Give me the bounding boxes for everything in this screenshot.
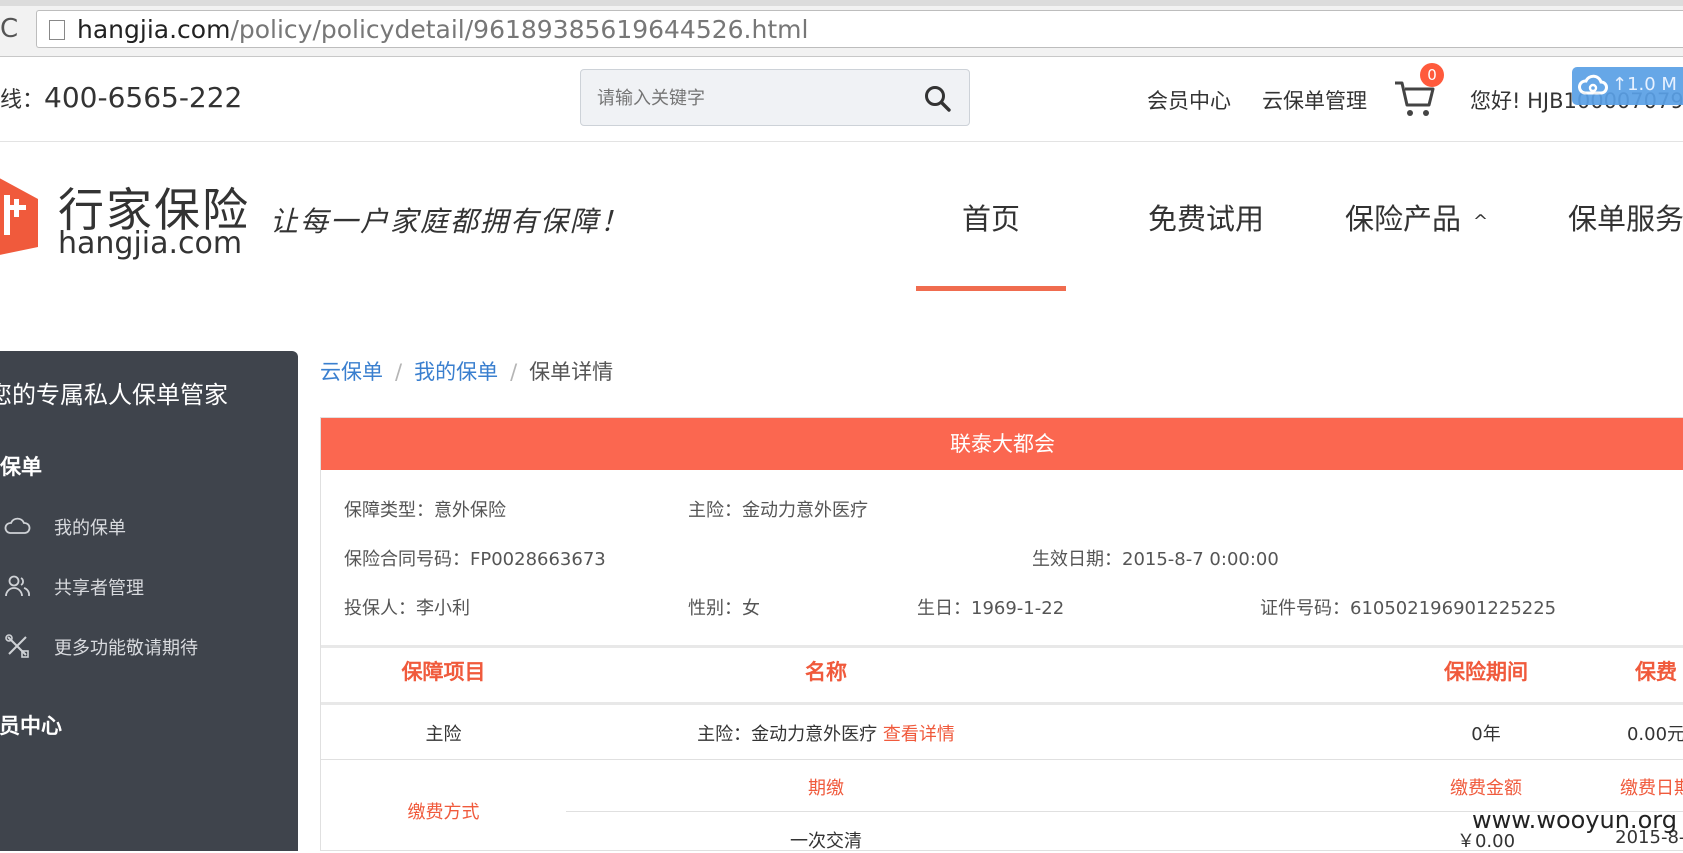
policy-effective-date: 生效日期：2015-8-7 0:00:00 — [1032, 549, 1279, 570]
breadcrumb-separator: / — [510, 360, 518, 384]
url-path: /policy/policydetail/96189385619644526.h… — [230, 15, 809, 44]
reload-icon[interactable]: C — [0, 14, 30, 44]
breadcrumb: 云保单 / 我的保单 / 保单详情 — [320, 356, 613, 386]
sidebar-group-policy: 保单 — [0, 455, 42, 479]
url-text[interactable]: hangjia.com/policy/policydetail/96189385… — [77, 16, 808, 44]
member-center-link[interactable]: 会员中心 — [1147, 85, 1231, 115]
breadcrumb-current: 保单详情 — [529, 360, 614, 384]
policy-main-insurance: 主险：金动力意外医疗 — [688, 500, 868, 521]
view-details-link[interactable]: 查看详情 — [883, 724, 955, 745]
table-row: 主险 主险：金动力意外医疗 查看详情 0年 0.00元 — [321, 704, 1683, 760]
users-icon — [5, 575, 30, 597]
cloud-policy-link[interactable]: 云保单管理 — [1262, 85, 1367, 115]
cart-count-badge: 0 — [1420, 63, 1444, 87]
sidebar-title: 您的专属私人保单管家 — [0, 381, 228, 409]
cloud-icon — [4, 517, 31, 534]
coverage-name: 主险：金动力意外医疗 — [697, 724, 878, 745]
search-input[interactable] — [595, 84, 895, 112]
breadcrumb-cloud-policy[interactable]: 云保单 — [320, 360, 383, 384]
nav-active-indicator — [916, 286, 1066, 291]
cloud-upload-icon — [1578, 74, 1608, 95]
policy-birthday: 生日：1969-1-22 — [917, 598, 1065, 619]
policy-company-header: 联泰大都会 — [321, 418, 1683, 470]
hotline-label: 热线： — [0, 88, 45, 113]
sidebar-group-member[interactable]: 会员中心 — [0, 710, 62, 740]
cloud-upload-widget[interactable]: ↑1.0 M — [1572, 67, 1683, 105]
coverage-header-item: 保障项目 — [401, 660, 486, 684]
sidebar-item-more[interactable]: 更多功能敬请期待 — [0, 626, 298, 666]
payment-header-term: 期缴 — [808, 778, 844, 799]
sidebar-item-label: 我的保单 — [54, 518, 126, 539]
row-divider — [321, 759, 1683, 760]
logo-mark-icon[interactable] — [0, 165, 40, 265]
sidebar-item-label: 共享者管理 — [54, 578, 144, 599]
browser-toolbar: C hangjia.com/policy/policydetail/961893… — [0, 0, 1683, 57]
coverage-period: 0年 — [1471, 724, 1501, 745]
search-icon[interactable] — [923, 84, 953, 114]
chevron-up-icon: ^ — [1473, 210, 1489, 232]
coverage-header-name: 名称 — [805, 660, 847, 684]
sidebar: 您的专属私人保单管家 保单 我的保单 共享者管理 更多功能敬请期待 会员中心 — [0, 351, 298, 851]
policy-id-no: 证件号码：610502196901225225 — [1260, 598, 1557, 619]
breadcrumb-separator: / — [395, 360, 403, 384]
nav-home[interactable]: 首页 — [962, 196, 1020, 238]
url-host: hangjia.com — [77, 15, 231, 44]
slogan: 让每一户家庭都拥有保障！ — [270, 205, 631, 238]
payment-header-date: 缴费日期 — [1620, 778, 1683, 799]
policy-card: 联泰大都会 保障类型：意外保险 主险：金动力意外医疗 保险合同号码：FP0028… — [320, 417, 1683, 852]
nav-products-label: 保险产品 — [1345, 202, 1462, 236]
breadcrumb-my-policy[interactable]: 我的保单 — [414, 360, 498, 384]
page-icon — [49, 20, 65, 40]
section-divider — [321, 645, 1683, 648]
coverage-name-cell: 主险：金动力意外医疗 查看详情 — [566, 720, 1086, 746]
coverage-premium: 0.00元 — [1626, 724, 1683, 745]
tools-icon — [5, 634, 29, 658]
watermark: www.wooyun.org — [1472, 806, 1677, 834]
policy-holder: 投保人：李小利 — [344, 598, 470, 619]
top-bar: 热线：400-6565-222 会员中心 云保单管理 0 您好! HJB1000… — [0, 57, 1683, 142]
policy-gender: 性别：女 — [688, 598, 760, 619]
coverage-header-period: 保险期间 — [1444, 660, 1528, 684]
nav-products[interactable]: 保险产品 ^ — [1345, 196, 1488, 238]
tab-strip — [0, 0, 1683, 6]
upload-speed: ↑1.0 M — [1612, 74, 1677, 95]
policy-type: 保障类型：意外保险 — [344, 500, 506, 521]
payment-term: 一次交清 — [790, 831, 862, 852]
policy-contract-no: 保险合同号码：FP0028663673 — [344, 549, 606, 570]
sidebar-item-sharers[interactable]: 共享者管理 — [0, 566, 298, 606]
hotline: 热线：400-6565-222 — [0, 81, 242, 114]
search-box — [580, 69, 970, 126]
payment-header-amount: 缴费金额 — [1450, 778, 1522, 799]
payment-method-label: 缴费方式 — [407, 802, 480, 823]
nav-policy-service[interactable]: 保单服务 — [1568, 196, 1683, 238]
hotline-number: 400-6565-222 — [44, 81, 243, 114]
address-bar[interactable]: hangjia.com/policy/policydetail/96189385… — [36, 10, 1683, 48]
coverage-header-premium: 保费 — [1635, 660, 1677, 684]
sidebar-item-my-policy[interactable]: 我的保单 — [0, 506, 298, 546]
nav-free-trial[interactable]: 免费试用 — [1148, 196, 1264, 238]
coverage-item: 主险 — [425, 724, 462, 745]
logo-text-en[interactable]: hangjia.com — [58, 226, 242, 261]
sidebar-item-label: 更多功能敬请期待 — [54, 638, 198, 659]
